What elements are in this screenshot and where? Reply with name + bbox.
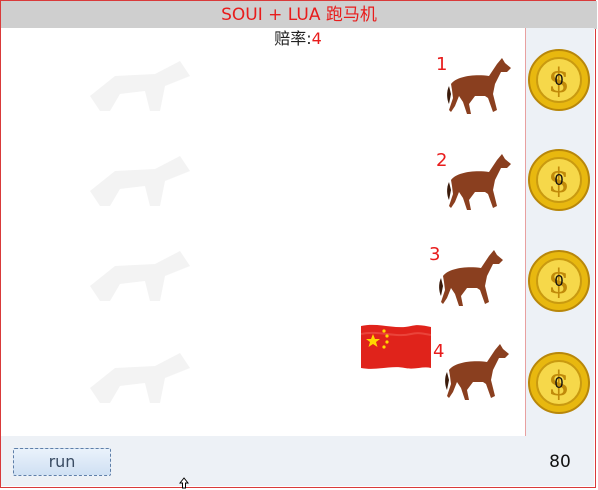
bet-coin-1[interactable]: $ 0 [527, 48, 591, 112]
odds-label: 赔率: [274, 29, 312, 48]
odds-display: 赔率:4 [0, 28, 596, 50]
bet-amount-1: 0 [554, 71, 564, 89]
faded-horse-silhouette-icon [90, 156, 190, 206]
mouse-cursor-icon [179, 477, 189, 489]
faded-horse-silhouette-icon [90, 353, 190, 403]
bet-amount-2: 0 [554, 171, 564, 189]
bet-amount-3: 0 [554, 272, 564, 290]
faded-horse-silhouette-icon [90, 61, 190, 111]
faded-horse-silhouette-icon [90, 251, 190, 301]
credits-value: 80 [549, 452, 571, 472]
odds-value: 4 [311, 29, 322, 48]
bet-coin-2[interactable]: $ 0 [527, 148, 591, 212]
bet-coin-4[interactable]: $ 0 [527, 351, 591, 415]
bet-amount-4: 0 [554, 374, 564, 392]
bet-coin-3[interactable]: $ 0 [527, 249, 591, 313]
china-flag-icon [361, 324, 431, 369]
horse-4-icon [445, 344, 509, 400]
horse-3-icon [439, 250, 503, 306]
window-title: SOUI + LUA 跑马机 [1, 1, 597, 29]
run-button[interactable]: run [13, 448, 111, 476]
horse-2-icon [447, 154, 511, 210]
horse-1-icon [447, 58, 511, 114]
